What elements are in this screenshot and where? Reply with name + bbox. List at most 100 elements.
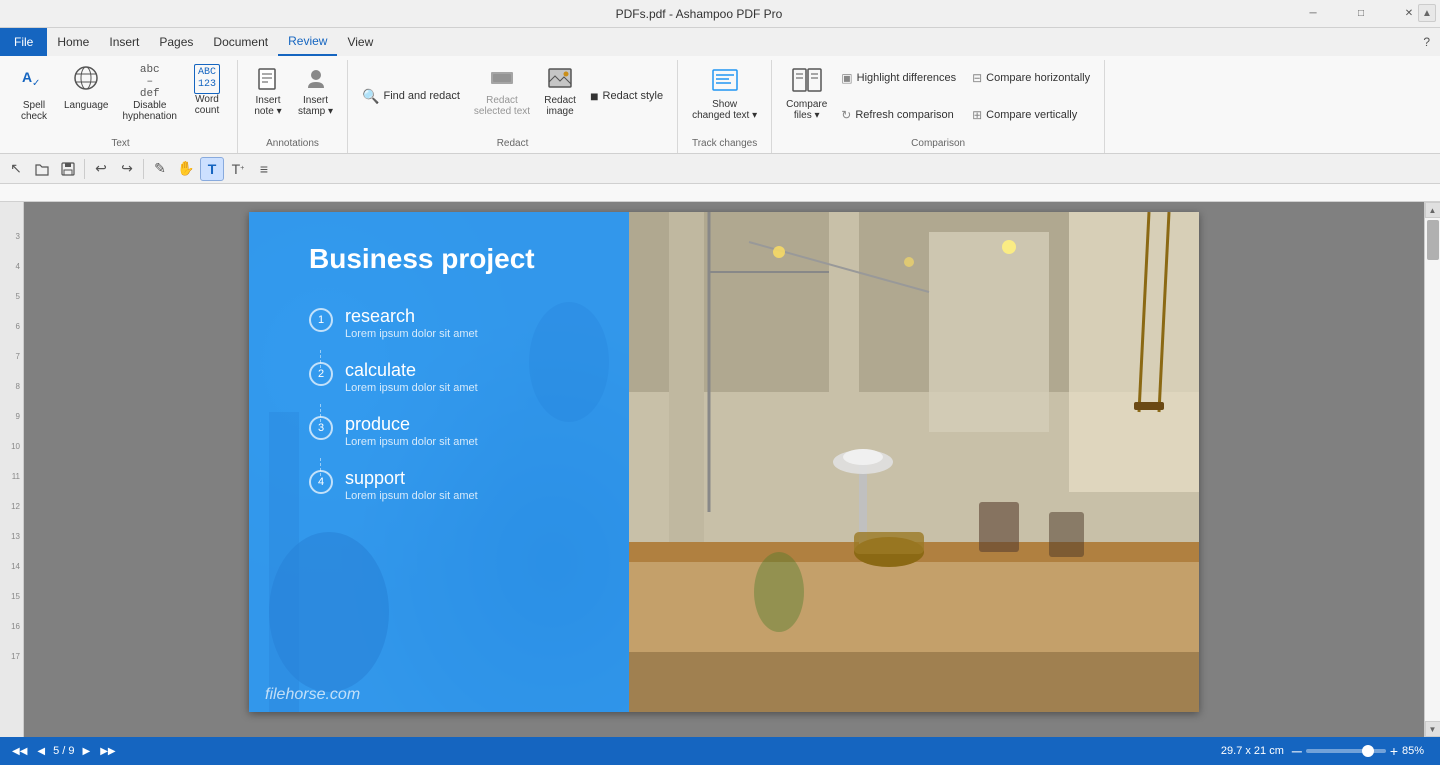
show-changed-text-button[interactable]: Showchanged text ▾ — [686, 60, 763, 125]
refresh-comparison-button[interactable]: ↻ Refresh comparison — [835, 105, 962, 125]
next-page-button[interactable]: ▶ — [79, 744, 95, 759]
right-scrollbar[interactable]: ▲ ▼ — [1424, 202, 1440, 737]
step-sub-1: Lorem ipsum dolor sit amet — [345, 328, 478, 340]
insert-note-button[interactable]: Insertnote ▾ — [246, 60, 290, 121]
zoom-controls: ─ + 85% — [1292, 743, 1432, 759]
zoom-slider-track[interactable] — [1306, 749, 1386, 753]
insert-stamp-button[interactable]: Insertstamp ▾ — [292, 60, 339, 121]
page-left-content: Business project 1 research Lorem ipsum … — [309, 242, 599, 520]
maximize-button[interactable]: □ — [1338, 0, 1384, 28]
redact-selected-icon — [488, 64, 516, 95]
redact-image-icon — [546, 64, 574, 95]
ribbon-group-comparison: Comparefiles ▾ ▣ Highlight differences ↻… — [772, 60, 1105, 153]
save-button[interactable] — [56, 157, 80, 181]
redact-selected-text-button[interactable]: Redactselected text — [468, 60, 536, 121]
ribbon-collapse-button[interactable]: ▲ — [1418, 4, 1436, 22]
document-canvas[interactable]: Business project 1 research Lorem ipsum … — [24, 202, 1424, 737]
word-count-button[interactable]: ABC123 Wordcount — [185, 60, 229, 120]
ribbon-group-text: A✓ Spellcheck Language abc–def Disablehy… — [4, 60, 238, 153]
spell-check-button[interactable]: A✓ Spellcheck — [12, 60, 56, 126]
insert-note-label: Insertnote ▾ — [254, 95, 281, 117]
prev-page-button[interactable]: ◀ — [33, 744, 49, 759]
disable-hyphenation-button[interactable]: abc–def Disablehyphenation — [117, 60, 184, 126]
help-button[interactable]: ? — [1413, 28, 1440, 56]
ribbon-group-track-changes: Showchanged text ▾ Track changes — [678, 60, 772, 153]
page-left-panel: Business project 1 research Lorem ipsum … — [249, 212, 629, 712]
zoom-in-button[interactable]: + — [1390, 743, 1398, 759]
redact-image-button[interactable]: Redactimage — [538, 60, 582, 121]
show-changed-icon — [709, 64, 741, 99]
find-redact-icon: 🔍 — [362, 88, 379, 105]
page: Business project 1 research Lorem ipsum … — [249, 212, 1199, 712]
watermark: filehorse.com — [265, 686, 360, 704]
minimize-button[interactable]: ─ — [1290, 0, 1336, 28]
zoom-slider-thumb[interactable] — [1362, 745, 1374, 757]
step-content-4: support Lorem ipsum dolor sit amet — [345, 468, 478, 502]
compare-files-button[interactable]: Comparefiles ▾ — [780, 60, 833, 125]
redact-style-button[interactable]: ■ Redact style — [584, 85, 669, 107]
scroll-down-button[interactable]: ▼ — [1425, 721, 1440, 737]
first-page-button[interactable]: ◀◀ — [8, 744, 31, 759]
document-title: Business project — [309, 242, 599, 276]
redo-button[interactable]: ↪ — [115, 157, 139, 181]
step-item-1: 1 research Lorem ipsum dolor sit amet — [309, 306, 599, 340]
toolbar-sep-2 — [143, 159, 144, 179]
step-content-1: research Lorem ipsum dolor sit amet — [345, 306, 478, 340]
page-container: Business project 1 research Lorem ipsum … — [249, 212, 1199, 712]
step-sub-3: Lorem ipsum dolor sit amet — [345, 436, 478, 448]
find-and-redact-button[interactable]: 🔍 Find and redact — [356, 85, 466, 108]
select-tool-button[interactable]: ↖ — [4, 157, 28, 181]
ribbon: A✓ Spellcheck Language abc–def Disablehy… — [0, 56, 1440, 154]
svg-text:A: A — [22, 69, 32, 85]
compare-vertically-button[interactable]: ⊞ Compare vertically — [966, 105, 1096, 125]
ribbon-group-redact: 🔍 Find and redact Redactselected text Re… — [348, 60, 678, 153]
step-sub-2: Lorem ipsum dolor sit amet — [345, 382, 478, 394]
menu-home[interactable]: Home — [47, 28, 99, 56]
step-item-4: 4 support Lorem ipsum dolor sit amet — [309, 468, 599, 502]
zoom-out-button[interactable]: ─ — [1292, 743, 1302, 759]
page-right-panel — [629, 212, 1199, 712]
compare-files-label: Comparefiles ▾ — [786, 99, 827, 121]
main-area: 3 4 5 6 7 8 9 10 11 12 13 14 15 16 17 — [0, 202, 1440, 737]
text-tool-button[interactable]: T — [200, 157, 224, 181]
insert-note-icon — [254, 64, 282, 95]
menu-review[interactable]: Review — [278, 28, 337, 56]
left-ruler: 3 4 5 6 7 8 9 10 11 12 13 14 15 16 17 — [0, 202, 24, 737]
find-redact-label: Find and redact — [383, 90, 459, 102]
current-page: 5 / 9 — [53, 745, 74, 757]
open-button[interactable] — [30, 157, 54, 181]
menu-insert[interactable]: Insert — [99, 28, 149, 56]
highlight-differences-button[interactable]: ▣ Highlight differences — [835, 68, 962, 88]
scroll-thumb[interactable] — [1427, 220, 1439, 260]
redact-image-label: Redactimage — [544, 95, 576, 117]
step-title-3: produce — [345, 414, 478, 435]
steps-list: 1 research Lorem ipsum dolor sit amet 2 — [309, 306, 599, 502]
menu-document[interactable]: Document — [203, 28, 278, 56]
language-button[interactable]: Language — [58, 60, 115, 115]
step-num-2: 2 — [309, 362, 333, 386]
menu-view[interactable]: View — [337, 28, 383, 56]
scroll-up-button[interactable]: ▲ — [1425, 202, 1440, 218]
step-item-2: 2 calculate Lorem ipsum dolor sit amet — [309, 360, 599, 394]
step-item-3: 3 produce Lorem ipsum dolor sit amet — [309, 414, 599, 448]
highlight-icon: ▣ — [841, 71, 852, 85]
language-icon — [72, 64, 100, 98]
edit-button[interactable]: ✎ — [148, 157, 172, 181]
undo-button[interactable]: ↩ — [89, 157, 113, 181]
refresh-comparison-label: Refresh comparison — [855, 109, 953, 121]
svg-text:✓: ✓ — [32, 78, 40, 89]
word-count-label: Wordcount — [195, 94, 219, 116]
compare-v-label: Compare vertically — [986, 109, 1077, 121]
step-num-3: 3 — [309, 416, 333, 440]
menu-pages[interactable]: Pages — [149, 28, 203, 56]
compare-files-icon — [791, 64, 823, 99]
last-page-button[interactable]: ▶▶ — [96, 744, 119, 759]
hand-button[interactable]: ✋ — [174, 157, 198, 181]
menu-file[interactable]: File — [0, 28, 47, 56]
scroll-track[interactable] — [1425, 218, 1440, 721]
redact-style-label: Redact style — [603, 90, 664, 102]
paragraph-button[interactable]: ≡ — [252, 157, 276, 181]
compare-horizontally-button[interactable]: ⊟ Compare horizontally — [966, 68, 1096, 88]
step-num-4: 4 — [309, 470, 333, 494]
text-size-button[interactable]: T+ — [226, 157, 250, 181]
